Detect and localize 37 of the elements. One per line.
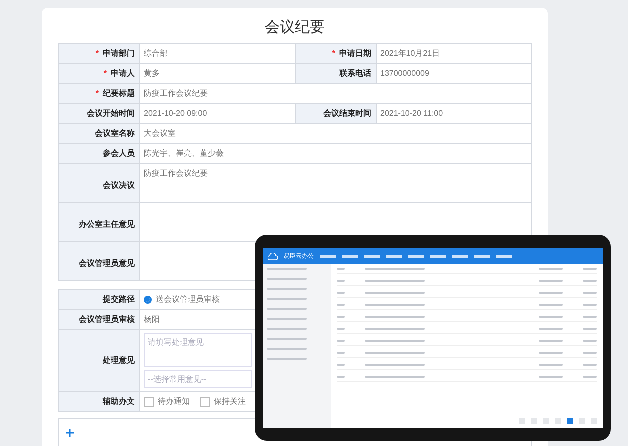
checkbox-label: 保持关注 [214,397,246,406]
field-label: 纪要标题 [103,89,135,98]
field-value: 陈光宇、崔亮、董少薇 [144,149,224,158]
field-label: 参会人员 [103,149,135,158]
field-label: 提交路径 [58,290,140,310]
field-label: 申请部门 [103,49,135,58]
field-value: 黄多 [144,69,160,78]
field-label: 处理意见 [58,330,140,392]
required-mark: * [96,49,99,58]
opinion-dropdown[interactable]: --选择常用意见-- [144,370,252,388]
required-mark: * [332,49,336,58]
field-value: 13700000009 [380,69,430,78]
field-label: 会议决议 [103,180,135,190]
field-label: 辅助办文 [58,392,140,412]
field-value: 杨阳 [144,315,160,324]
checkbox-label: 待办通知 [158,397,190,406]
required-mark: * [96,89,99,98]
field-value: 2021-10-20 11:00 [380,109,444,118]
field-label: 会议室名称 [95,129,135,138]
field-label: 办公室主任意见 [79,220,135,228]
field-value: 大会议室 [144,129,176,138]
form-title: 会议纪要 [264,18,326,37]
field-value: 2021-10-20 09:00 [144,109,208,118]
field-value: 综合部 [144,49,168,58]
field-label: 申请人 [111,69,135,78]
field-label: 会议管理员意见 [79,258,135,268]
field-label: 会议开始时间 [87,109,135,118]
required-mark: * [104,69,107,78]
field-label: 申请日期 [340,49,372,58]
radio-label: 送会议管理员审核 [156,295,220,304]
field-value: 2021年10月21日 [380,49,440,58]
field-label: 会议管理员审核 [58,310,140,330]
field-value: 防疫工作会议纪要 [144,89,208,98]
field-label: 联系电话 [340,69,372,78]
field-label: 会议结束时间 [324,109,372,118]
field-value: 防疫工作会议纪要 [144,169,208,178]
opinion-field[interactable]: 请填写处理意见 [144,333,252,367]
